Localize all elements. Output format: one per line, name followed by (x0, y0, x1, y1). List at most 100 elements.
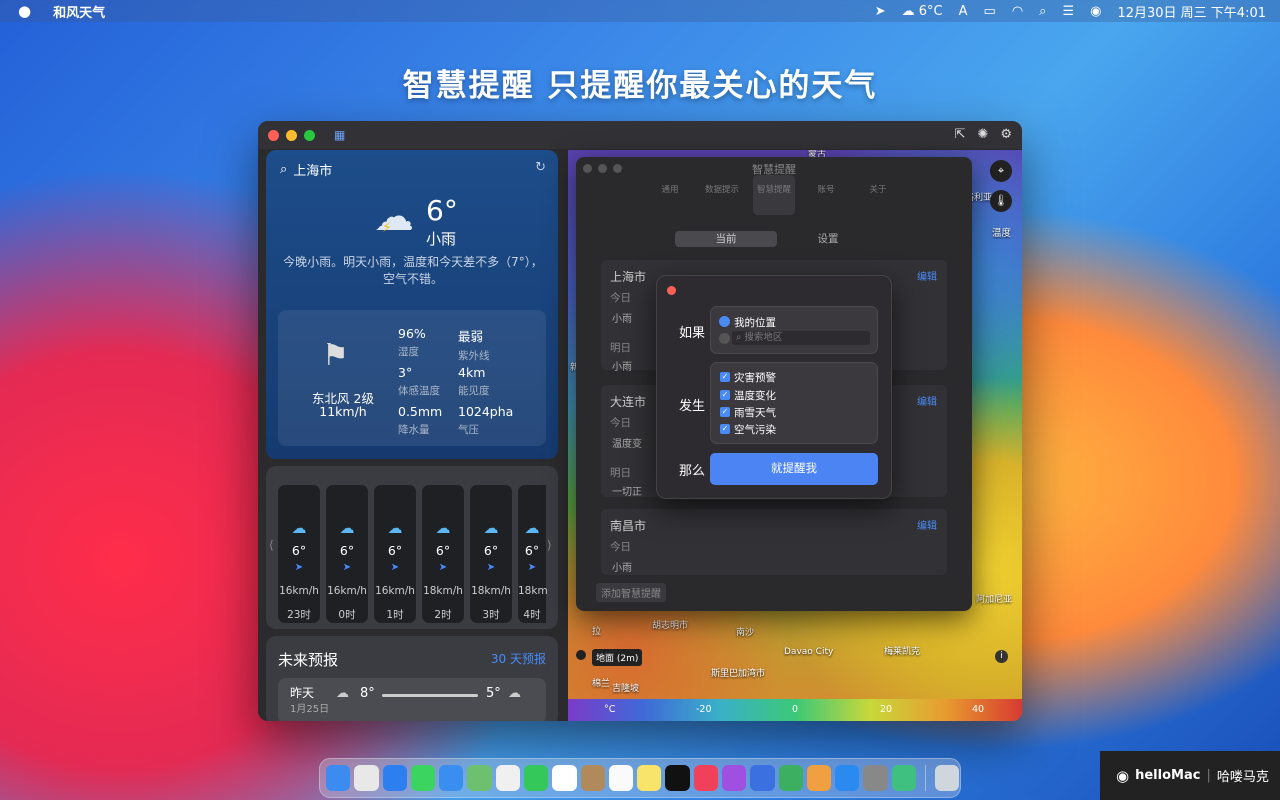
numbers-icon[interactable] (778, 765, 803, 791)
checkbox-temp-change[interactable]: ✓ (720, 390, 730, 400)
wifi-icon[interactable]: ◠ (1012, 4, 1023, 19)
map-icon[interactable]: ▦ (334, 128, 345, 142)
dialog-close-button[interactable] (667, 286, 676, 295)
app-store-icon[interactable] (835, 765, 860, 791)
location-icon[interactable]: ➤ (875, 4, 886, 19)
podcasts-icon[interactable] (721, 765, 747, 791)
cloud-icon: ☁ (336, 686, 349, 701)
location-box: 我的位置 ⌕ 搜索地区 (710, 306, 878, 354)
reminders-icon[interactable] (608, 765, 634, 791)
info-icon[interactable]: i (995, 650, 1008, 663)
hour-temp: 6° (291, 543, 307, 558)
wind-arrow-icon: ➤ (438, 562, 448, 573)
control-center-icon[interactable]: ☰ (1062, 4, 1074, 19)
dock-divider (924, 765, 926, 791)
group-city: 上海市 (610, 270, 647, 284)
radio-my-location[interactable] (719, 316, 730, 327)
condition-label: 雨雪天气 (734, 407, 776, 419)
forecast-30-day-link[interactable]: 30 天预报 (491, 650, 546, 667)
calendar-icon[interactable] (552, 765, 577, 791)
finder-icon[interactable] (326, 765, 351, 791)
settings-gear-icon[interactable]: ⚙ (1000, 127, 1012, 142)
music-icon[interactable] (693, 765, 718, 791)
weather-status-item[interactable]: ☁ 6°C (902, 4, 943, 19)
scale-tick: 40 (972, 704, 985, 715)
left-panel: ⌕ 上海市 ↻ ☁ ⚡ 6° 小雨 今晚小雨。明天小雨，温度和今天差不多（7°），空… (266, 150, 558, 721)
forecast-low: 5° (486, 686, 501, 701)
scale-tick: 20 (880, 704, 893, 715)
checkbox-rain-snow[interactable]: ✓ (720, 407, 730, 417)
system-preferences-icon[interactable] (863, 765, 888, 791)
mail-icon[interactable] (439, 765, 464, 791)
clock[interactable]: 12月30日 周三 下午4:01 (1117, 2, 1266, 21)
weather-app-icon[interactable] (891, 765, 916, 791)
tab-smart-reminder[interactable]: 智慧提醒 (753, 175, 795, 215)
zoom-button[interactable] (304, 129, 315, 141)
add-reminder-button[interactable]: 添加智慧提醒 (596, 583, 666, 602)
photos-icon[interactable] (495, 765, 520, 791)
facetime-icon[interactable] (523, 765, 549, 791)
edit-link[interactable]: 编辑 (917, 517, 937, 532)
stats-panel: ⚑ 东北风 2级 11km/h 96% 湿度 最弱 紫外线 3° 体感温度 4km 能见… (278, 310, 546, 446)
search-region-input[interactable]: ⌕ 搜索地区 (732, 331, 870, 345)
hour-column: ☁ 6° ➤ 16km/h 1时 (374, 485, 416, 623)
map-label: 阿加尼亚 (976, 595, 1013, 605)
stat-value: 0.5mm (398, 404, 443, 419)
watermark-cn: 哈喽马克 (1216, 770, 1269, 785)
launchpad-icon[interactable] (354, 765, 379, 791)
tab-account[interactable]: 账号 (805, 175, 847, 215)
pages-icon[interactable] (806, 765, 832, 791)
checkbox-air-pollution[interactable]: ✓ (720, 424, 730, 434)
refresh-icon[interactable]: ↻ (535, 160, 546, 175)
input-method-icon[interactable]: A (959, 4, 968, 19)
temperature-scale: °C -20 0 20 40 (568, 699, 1022, 721)
messages-icon[interactable] (410, 765, 436, 791)
alert-icon[interactable]: ✺ (977, 127, 988, 142)
share-icon[interactable]: ⇱ (955, 127, 966, 142)
rain-icon: ☁ (339, 519, 355, 537)
checkbox-disaster-warning[interactable]: ✓ (720, 372, 730, 382)
trash-icon[interactable] (934, 765, 960, 791)
battery-icon[interactable]: ▭ (984, 4, 996, 19)
safari-icon[interactable] (382, 765, 407, 791)
keynote-icon[interactable] (750, 765, 775, 791)
remind-me-button[interactable]: 就提醒我 (710, 453, 878, 485)
tab-general[interactable]: 通用 (649, 175, 691, 215)
close-button[interactable] (268, 129, 279, 141)
notes-icon[interactable] (637, 765, 662, 791)
hour-column: ☁ 6° ➤ 16km/h 23时 (278, 485, 320, 623)
thermometer-icon[interactable]: 🌡 (990, 190, 1012, 212)
edit-link[interactable]: 编辑 (917, 393, 937, 408)
contacts-icon[interactable] (580, 765, 605, 791)
tab-about[interactable]: 关于 (857, 175, 899, 215)
stat-uv: 最弱 紫外线 (458, 326, 490, 363)
stat-label: 降水量 (398, 424, 430, 436)
hellomac-logo-icon: ◉ (1116, 766, 1130, 785)
radio-search-region[interactable] (719, 333, 730, 344)
maps-icon[interactable] (467, 765, 492, 791)
minimize-button[interactable] (286, 129, 297, 141)
current-temp: 6° (426, 194, 458, 227)
tab-data-tips[interactable]: 数据提示 (701, 175, 743, 215)
pin-icon[interactable] (576, 650, 586, 660)
segment-settings[interactable]: 设置 (777, 231, 879, 247)
scroll-left-icon[interactable]: ⟨ (269, 538, 274, 552)
city-search[interactable]: ⌕ 上海市 (280, 160, 332, 179)
app-menu[interactable]: 和风天气 (53, 2, 105, 21)
segment-current[interactable]: 当前 (675, 231, 777, 247)
rain-icon: ☁ (387, 519, 403, 537)
spotlight-icon[interactable]: ⌕ (1039, 4, 1046, 19)
edit-link[interactable]: 编辑 (917, 268, 937, 283)
dock (319, 758, 961, 798)
forecast-row[interactable]: 昨天 1月25日 ☁ 8° 5° ☁ (278, 678, 546, 721)
hour-column: ☁ 6° ➤ 16km/h 0时 (326, 485, 368, 623)
siri-icon[interactable]: ◉ (1090, 4, 1101, 19)
reminder-group: 南昌市 编辑 今日 小雨 (601, 509, 947, 575)
apple-menu-icon[interactable]: ● (18, 2, 31, 20)
scroll-right-icon[interactable]: ⟩ (547, 538, 552, 552)
prefs-toolbar: 通用 数据提示 智慧提醒 账号 关于 (576, 175, 972, 215)
current-condition: 小雨 (426, 230, 457, 248)
locate-icon[interactable]: ⌖ (990, 160, 1012, 182)
tv-icon[interactable] (665, 765, 690, 791)
surface-label[interactable]: 地面 (2m) (592, 649, 643, 666)
